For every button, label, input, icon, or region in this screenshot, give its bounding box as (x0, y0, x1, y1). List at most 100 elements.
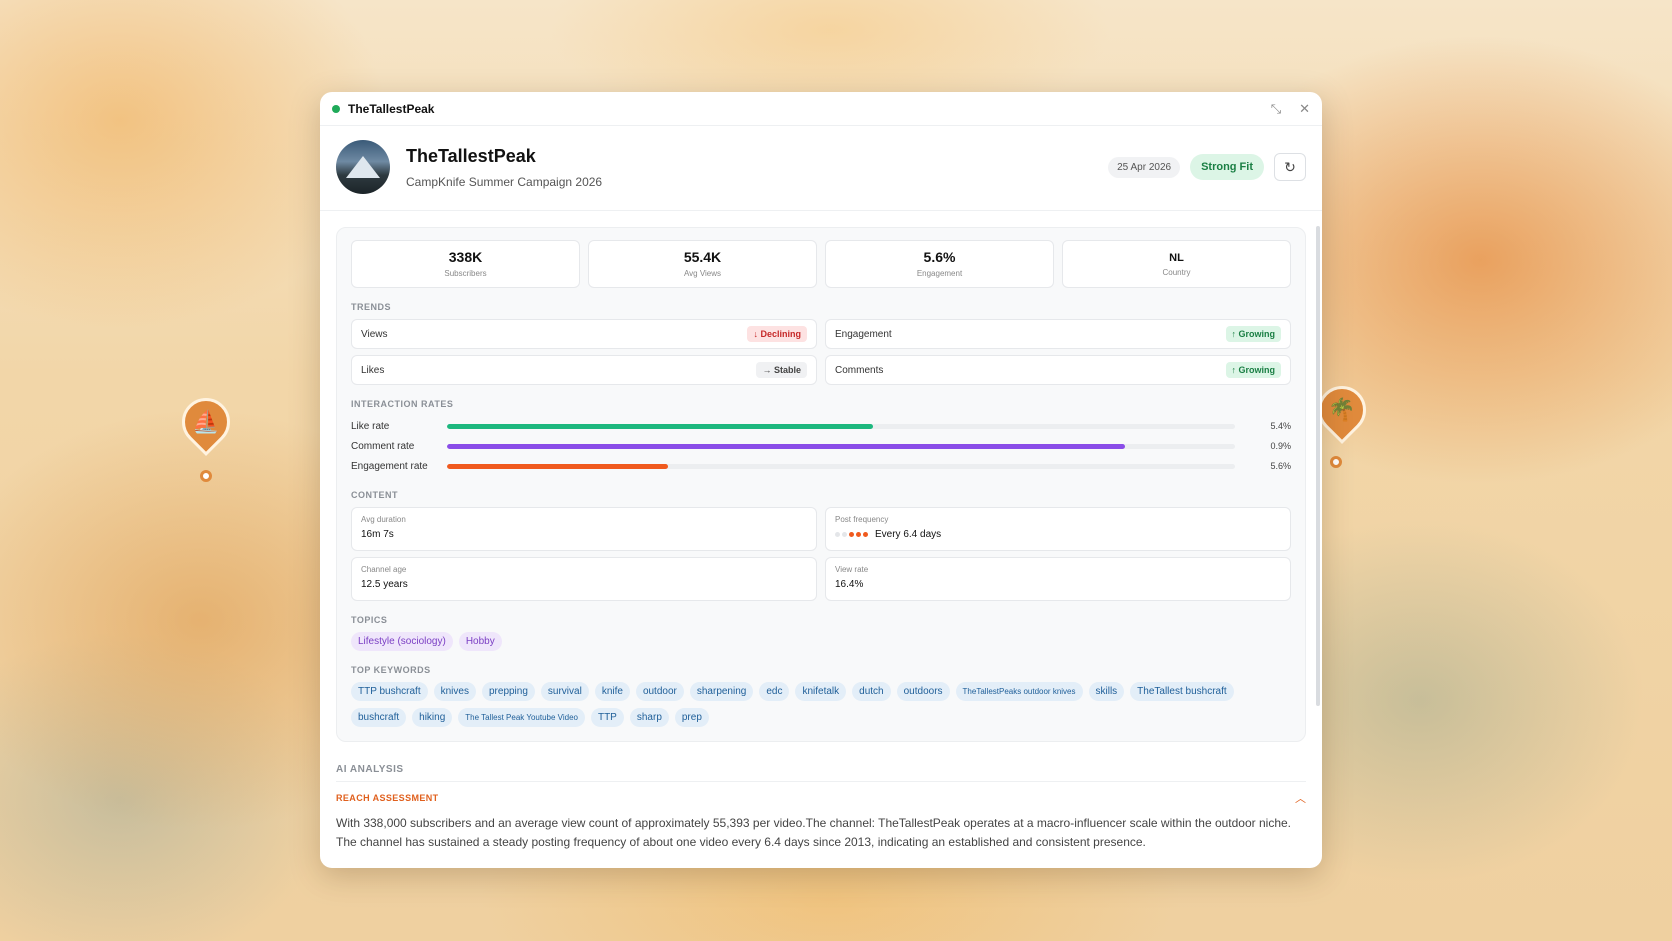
content-value: 16m 7s (361, 529, 394, 540)
date-badge: 25 Apr 2026 (1108, 156, 1181, 178)
rate-label: Like rate (351, 420, 390, 432)
topics-heading: TOPICS (351, 615, 388, 625)
window-title: TheTallestPeak (348, 101, 435, 116)
trend-label: Comments (835, 364, 884, 376)
chevron-up-icon[interactable]: ︿ (1295, 790, 1306, 806)
post-frequency-box: Post frequency Every 6.4 days (825, 507, 1291, 551)
frequency-dot (842, 532, 847, 537)
map-pin-boat-icon: ⛵ (172, 388, 240, 456)
keyword-chip[interactable]: sharp (629, 708, 669, 727)
keyword-chip[interactable]: TTP (590, 708, 624, 727)
trend-label: Likes (361, 364, 385, 376)
refresh-icon: ↻ (1284, 158, 1296, 175)
rate-track (447, 423, 1235, 429)
keyword-chip[interactable]: TheTallest bushcraft (1130, 682, 1234, 701)
online-status-dot (332, 104, 340, 113)
content-value: 12.5 years (361, 579, 408, 590)
metrics-panel: 338K Subscribers 55.4K Avg Views 5.6% En… (336, 227, 1306, 742)
frequency-dot (863, 532, 868, 537)
content-label: Channel age (361, 565, 407, 574)
trend-likes: Likes → Stable (351, 355, 817, 385)
rate-label: Comment rate (351, 440, 415, 452)
topic-chip[interactable]: Hobby (458, 632, 502, 651)
trend-badge: → Stable (756, 362, 807, 378)
keyword-chip[interactable]: skills (1088, 682, 1125, 701)
rate-fill (447, 443, 1125, 449)
reach-assessment-text: With 338,000 subscribers and an average … (336, 816, 1292, 849)
trend-engagement: Engagement ↑ Growing (825, 319, 1291, 349)
campaign-name: CampKnife Summer Campaign 2026 (406, 174, 603, 189)
stat-subscribers: 338K Subscribers (351, 240, 580, 288)
rate-fill (447, 463, 668, 469)
content-label: Post frequency (835, 515, 889, 524)
rates-list: Like rate 5.4% Comment rate 0.9% Engagem… (351, 416, 1291, 476)
keywords-heading: TOP KEYWORDS (351, 665, 431, 675)
keyword-chip[interactable]: knife (594, 682, 630, 701)
rate-label: Engagement rate (351, 460, 428, 472)
scrollbar[interactable] (1316, 226, 1320, 706)
content-value: 16.4% (835, 579, 864, 590)
topics-list: Lifestyle (sociology) Hobby (351, 632, 1291, 651)
close-icon[interactable]: ✕ (1299, 101, 1310, 117)
map-pin-dot-icon (200, 470, 212, 482)
refresh-button[interactable]: ↻ (1274, 153, 1306, 181)
ai-analysis-section: AI ANALYSIS REACH ASSESSMENT ︿ With 338,… (320, 764, 1322, 852)
frequency-dot (835, 532, 840, 537)
rate-value: 5.4% (1270, 421, 1291, 431)
keyword-chip[interactable]: dutch (852, 682, 891, 701)
stat-value: 55.4K (683, 249, 722, 265)
trend-badge: ↓ Declining (747, 326, 807, 342)
fit-status-badge: Strong Fit (1190, 154, 1264, 180)
view-rate-box: View rate 16.4% (825, 557, 1291, 601)
rate-row-engagement: Engagement rate 5.6% (351, 456, 1291, 476)
creator-window: TheTallestPeak ⤡ ✕ TheTallestPeak CampKn… (320, 92, 1322, 868)
rate-fill (447, 423, 873, 429)
stat-avg-views: 55.4K Avg Views (588, 240, 817, 288)
trend-label: Engagement (835, 328, 892, 340)
trend-badge: ↑ Growing (1225, 326, 1281, 342)
channel-age-box: Channel age 12.5 years (351, 557, 817, 601)
topic-chip[interactable]: Lifestyle (sociology) (351, 632, 453, 651)
stat-label: Country (1162, 268, 1191, 277)
stat-engagement: 5.6% Engagement (825, 240, 1054, 288)
rate-row-comment: Comment rate 0.9% (351, 436, 1291, 456)
rate-track (447, 443, 1235, 449)
trend-badge: ↑ Growing (1225, 362, 1281, 378)
keyword-chip[interactable]: knifetalk (795, 682, 847, 701)
stat-country: NL Country (1062, 240, 1291, 288)
keyword-chip[interactable]: TheTallestPeaks outdoor knives (955, 682, 1083, 701)
keyword-chip[interactable]: edc (759, 682, 790, 701)
map-pin-dot-icon (1330, 456, 1342, 468)
keywords-list: TTP bushcraft knives prepping survival knife… (351, 682, 1291, 727)
creator-header: TheTallestPeak CampKnife Summer Campaign… (320, 126, 1322, 211)
frequency-dot (856, 532, 861, 537)
keyword-chip[interactable]: survival (540, 682, 589, 701)
scroll-content[interactable]: TheTallestPeak CampKnife Summer Campaign… (320, 126, 1322, 868)
keyword-chip[interactable]: hiking (412, 708, 453, 727)
keyword-chip[interactable]: outdoors (896, 682, 950, 701)
keyword-chip[interactable]: prep (674, 708, 709, 727)
ai-analysis-heading: AI ANALYSIS (336, 764, 1306, 782)
keyword-chip[interactable]: knives (433, 682, 476, 701)
content-label: Avg duration (361, 515, 406, 524)
content-heading: CONTENT (351, 490, 398, 500)
interaction-rates-heading: INTERACTION RATES (351, 399, 454, 409)
reach-assessment-toggle[interactable]: REACH ASSESSMENT ︿ (336, 790, 1306, 806)
keyword-chip[interactable]: sharpening (689, 682, 754, 701)
frequency-dots-icon (835, 532, 868, 537)
keyword-chip[interactable]: bushcraft (351, 708, 407, 727)
keyword-chip[interactable]: prepping (481, 682, 535, 701)
reach-assessment-title: REACH ASSESSMENT (336, 793, 439, 803)
keyword-chip[interactable]: The Tallest Peak Youtube Video (458, 708, 585, 727)
stat-value: 5.6% (923, 249, 956, 265)
keyword-chip[interactable]: outdoor (635, 682, 684, 701)
trend-label: Views (361, 328, 388, 340)
trend-views: Views ↓ Declining (351, 319, 817, 349)
rate-row-like: Like rate 5.4% (351, 416, 1291, 436)
content-value: Every 6.4 days (875, 529, 942, 540)
keyword-chip[interactable]: TTP bushcraft (351, 682, 428, 701)
collapse-icon[interactable]: ⤡ (1271, 101, 1281, 117)
avg-duration-box: Avg duration 16m 7s (351, 507, 817, 551)
trend-comments: Comments ↑ Growing (825, 355, 1291, 385)
content-label: View rate (835, 565, 869, 574)
